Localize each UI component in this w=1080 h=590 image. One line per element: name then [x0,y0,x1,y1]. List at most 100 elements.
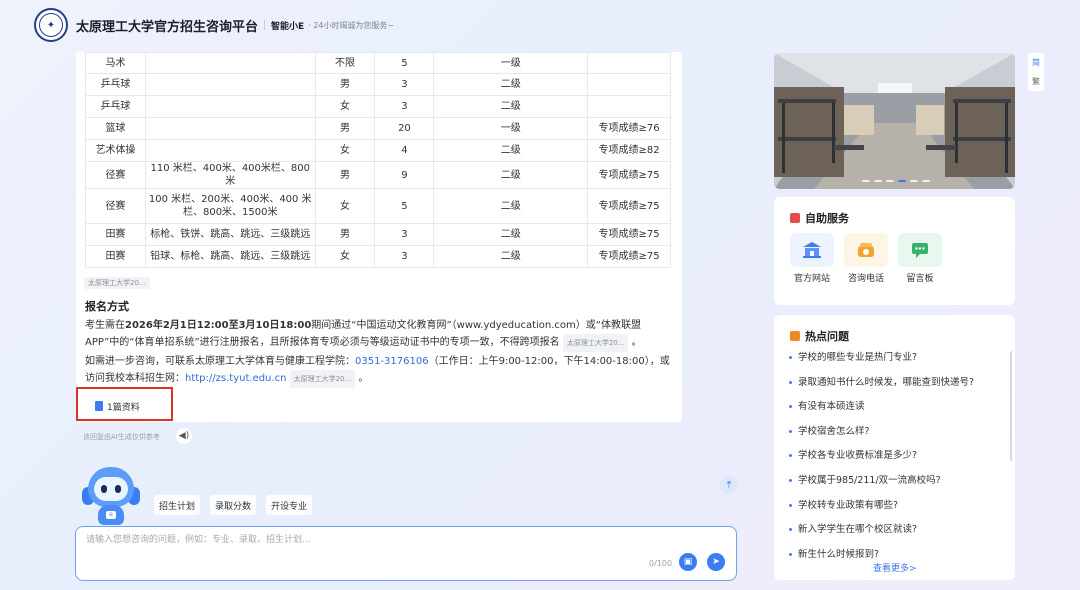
contact-paragraph: 如需进一步咨询，可联系太原理工大学体育与健康工程学院：0351-3176106（… [85,354,675,388]
service-title-icon [790,213,800,223]
list-scrollbar[interactable] [1010,351,1012,461]
carousel-dots[interactable] [862,180,930,182]
quick-btn-majors[interactable]: 开设专业 [266,495,313,515]
level-cell: 一级 [433,52,589,74]
tagline: · 24小时竭诚为您服务~ [308,20,395,30]
level-cell: 一级 [433,117,589,140]
gender-cell: 男 [314,223,376,246]
sport-cell: 篮球 [85,117,146,140]
quota-cell: 20 [374,117,435,140]
carousel-dot[interactable] [922,180,930,182]
hot-question-item[interactable]: 学校宿舍怎么样? [788,425,1000,450]
carousel-dot[interactable] [862,180,870,182]
mascot-eye [101,485,107,493]
hot-question-item[interactable]: 学校属于985/211/双一流高校吗? [788,474,1000,499]
quota-cell: 5 [374,52,435,74]
source-tag[interactable]: 太原理工大学20... [289,370,356,388]
table-row: 艺术体操 女 4 二级 专项成绩≥82 [85,139,671,162]
speaker-icon[interactable]: ◀) [176,428,192,444]
hot-title-icon [790,331,800,341]
events-cell: 100 米栏、200米、400米、400 米栏、800米、1500米 [144,188,316,224]
university-logo[interactable]: ✦ [34,8,68,42]
mascot-face [94,477,128,501]
quota-cell: 5 [374,188,435,224]
back-to-top-icon[interactable]: ⤒ [720,476,738,494]
service-message-board[interactable]: 留言板 [898,233,942,284]
quota-cell: 3 [374,245,435,268]
table-row: 径赛 110 米栏、400米、400米栏、800米男 9 二级 专项成绩≥75 [85,161,671,189]
carousel-dot[interactable] [886,180,894,182]
hot-question-item[interactable]: 新入学学生在哪个校区就读? [788,523,1000,548]
table-row: 篮球 男 20 一级 专项成绩≥76 [85,117,671,140]
image-upload-icon[interactable]: ▣ [679,553,697,571]
sport-cell: 艺术体操 [85,139,146,162]
emblem-icon: ✦ [39,13,63,37]
gender-cell: 男 [314,161,376,189]
hot-question-item[interactable]: 学校转专业政策有哪些? [788,499,1000,524]
char-counter: 0/100 [649,559,673,568]
self-service-card: 自助服务 官方网站 咨询电话 留言板 [774,197,1015,305]
divider [264,20,266,30]
section-title: 报名方式 [85,300,129,313]
highlight-box [76,387,173,421]
table-row: 乒乓球 男 3 二级 [85,73,671,96]
quota-cell: 3 [374,223,435,246]
events-cell [144,117,316,140]
chat-input-box: 0/100 ▣ ➤ [75,526,737,581]
admission-site-link[interactable]: http://zs.tyut.edu.cn [185,373,286,384]
view-more-link[interactable]: 查看更多> [873,561,917,574]
send-icon[interactable]: ➤ [707,553,725,571]
sport-cell: 径赛 [85,161,146,189]
carousel-dot[interactable] [874,180,882,182]
requirement-cell [587,52,671,74]
requirement-cell: 专项成绩≥76 [587,117,671,140]
question-input[interactable] [86,532,646,552]
gender-cell: 女 [314,245,376,268]
sports-quota-table: 马术 不限 5 一级 乒乓球男 3 二级 乒乓球女 3 二级 篮球男 20 一级 专项成绩≥76 艺术体操女… [85,52,671,268]
events-cell: 标枪、铁饼、跳高、跳远、三级跳远 [144,223,316,246]
service-official-website[interactable]: 官方网站 [790,233,834,284]
hot-question-item[interactable]: 录取通知书什么时候发，哪能查到快递号? [788,376,1000,401]
level-cell: 二级 [433,161,589,189]
quick-btn-enrollment-plan[interactable]: 招生计划 [154,495,201,515]
level-cell: 二级 [433,188,589,224]
lang-traditional[interactable]: 繁 [1032,76,1040,87]
dormitory-photo [774,53,1015,189]
service-hotline[interactable]: 咨询电话 [844,233,888,284]
source-tag[interactable]: 太原理工大学20... [84,275,150,289]
language-toggle: 简 繁 [1028,53,1044,91]
lang-simplified[interactable]: 简 [1032,57,1040,68]
carousel-dot[interactable] [910,180,918,182]
table-row: 田赛 铅球、标枪、跳高、跳远、三级跳远女 3 二级 专项成绩≥75 [85,245,671,268]
events-cell [144,95,316,118]
table-row: 径赛 100 米栏、200米、400米、400 米栏、800米、1500米女 5 二级… [85,188,671,224]
hot-question-item[interactable]: 学校的哪些专业是热门专业? [788,351,1000,376]
level-cell: 二级 [433,223,589,246]
requirement-cell: 专项成绩≥75 [587,188,671,224]
phone-link[interactable]: 0351-3176106 [355,356,429,367]
table-row: 马术 不限 5 一级 [85,52,671,74]
carousel-dot-active[interactable] [898,180,906,182]
sport-cell: 乒乓球 [85,95,146,118]
hot-question-item[interactable]: 有没有本硕连读 [788,400,1000,425]
quota-cell: 3 [374,95,435,118]
ai-disclaimer: 该回复由AI生成仅供参考 [83,433,160,441]
quota-cell: 4 [374,139,435,162]
sport-cell: 田赛 [85,223,146,246]
table-row: 田赛 标枪、铁饼、跳高、跳远、三级跳远男 3 二级 专项成绩≥75 [85,223,671,246]
school-building-icon [790,233,834,267]
mascot-avatar: e [78,463,144,527]
requirement-cell: 专项成绩≥82 [587,139,671,162]
gender-cell: 女 [314,188,376,224]
source-tag[interactable]: 太原理工大学20... [562,334,629,352]
gender-cell: 不限 [314,52,376,74]
gender-cell: 女 [314,139,376,162]
sport-cell: 田赛 [85,245,146,268]
quick-btn-admission-scores[interactable]: 录取分数 [210,495,257,515]
campus-banner-image[interactable] [774,53,1015,189]
quota-cell: 3 [374,73,435,96]
gender-cell: 女 [314,95,376,118]
hot-question-item[interactable]: 学校各专业收费标准是多少? [788,449,1000,474]
requirement-cell [587,95,671,118]
top-header: ✦ 太原理工大学官方招生咨询平台 智能小E · 24小时竭诚为您服务~ [0,0,1080,50]
